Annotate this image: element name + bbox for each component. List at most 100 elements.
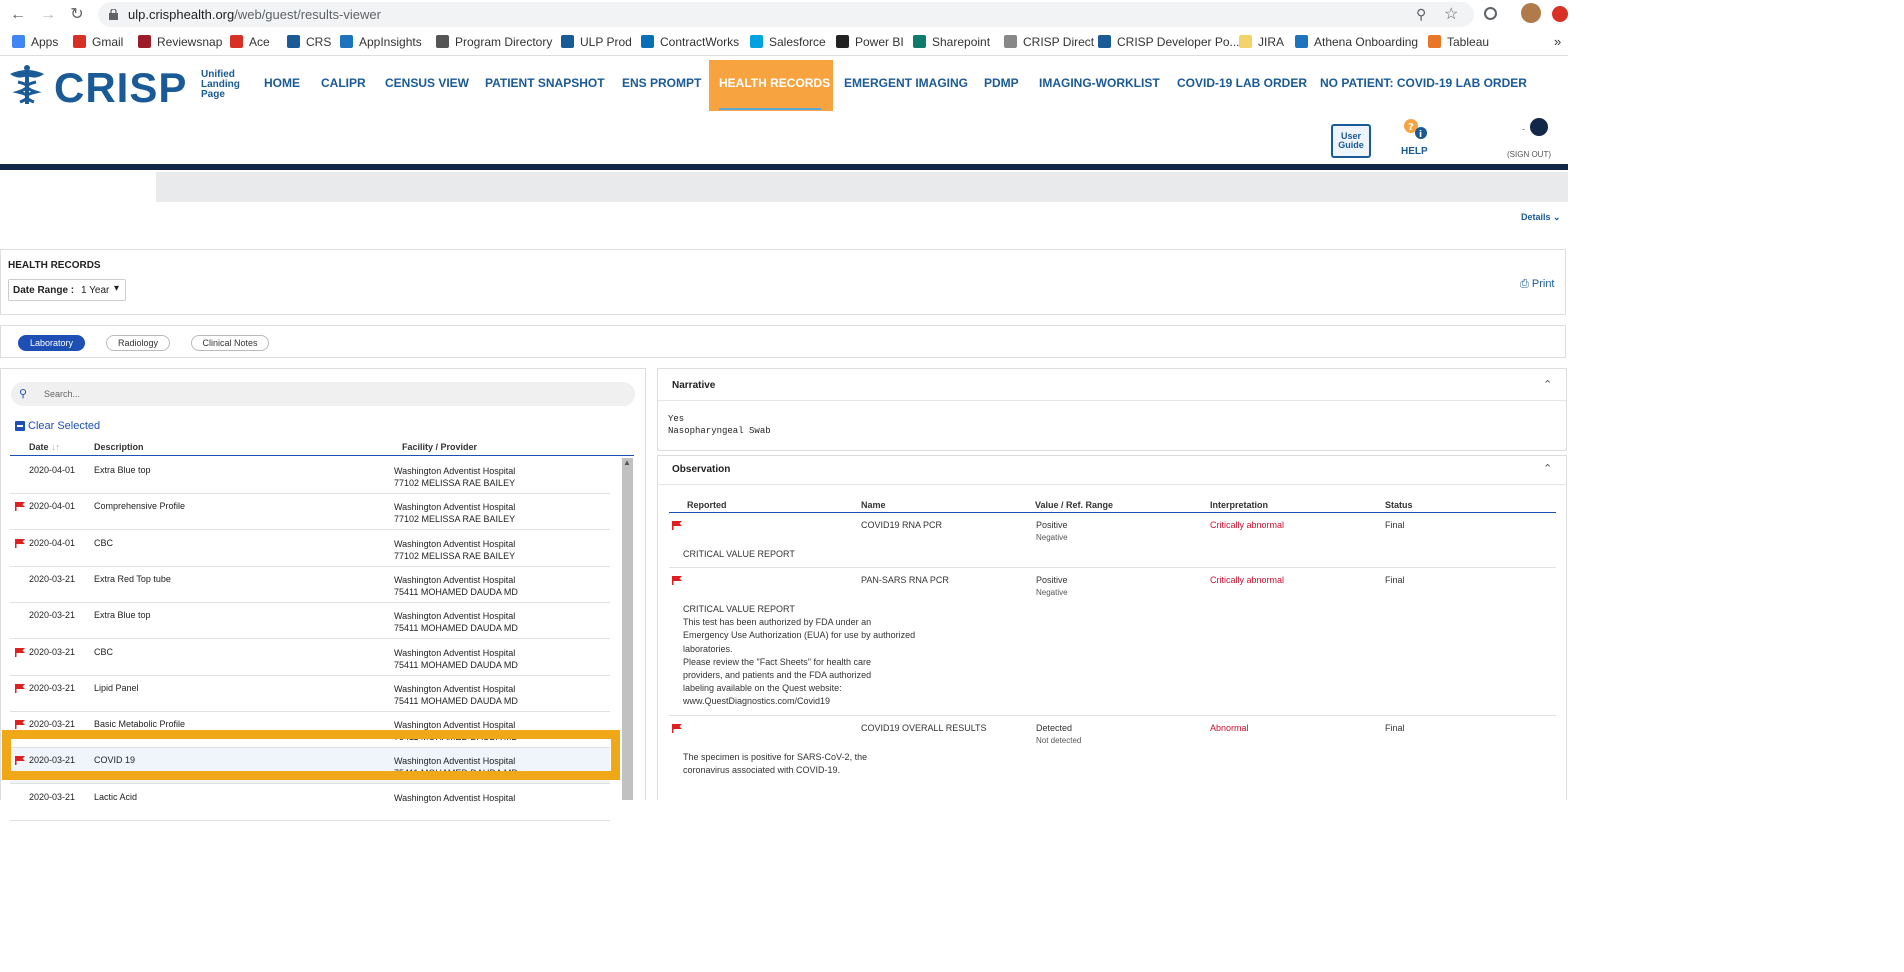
row-description: Comprehensive Profile [94, 501, 186, 512]
more-bookmarks-icon[interactable]: » [1554, 34, 1561, 49]
column-facility[interactable]: Facility / Provider [402, 442, 477, 452]
row-facility: Washington Adventist Hospital 75411 MOHAM… [394, 683, 518, 707]
flag-icon [15, 538, 25, 548]
zoom-icon[interactable]: ⚲ [1416, 6, 1426, 23]
nav-item-emergent-imaging[interactable]: EMERGENT IMAGING [844, 76, 968, 90]
collapse-observation-icon[interactable]: ⌃ [1543, 462, 1552, 475]
bookmark-16[interactable]: Tableau [1428, 35, 1489, 49]
nav-item-patient-snapshot[interactable]: PATIENT SNAPSHOT [485, 76, 605, 90]
address-bar[interactable]: ulp.crisphealth.org/web/guest/results-vi… [98, 2, 1474, 27]
print-button[interactable]: ⎙ Print [1520, 278, 1555, 291]
nav-item-ens-prompt[interactable]: ENS PROMPT [622, 76, 701, 90]
date-range-label: Date Range : [13, 285, 75, 296]
bookmark-favicon-icon [340, 35, 353, 48]
observation-note: CRITICAL VALUE REPORT This test has been … [683, 603, 915, 709]
row-facility: Washington Adventist Hospital 75411 MOHAM… [394, 574, 518, 598]
bookmark-4[interactable]: CRS [287, 35, 331, 49]
column-description[interactable]: Description [94, 442, 144, 452]
profile-avatar-icon[interactable] [1521, 3, 1541, 23]
column-value: Value / Ref. Range [1035, 500, 1114, 510]
bookmark-favicon-icon [561, 35, 574, 48]
divider [669, 715, 1556, 716]
nav-item-no-patient-covid-19-lab-order[interactable]: NO PATIENT: COVID-19 LAB ORDER [1320, 76, 1527, 90]
table-row[interactable]: 2020-04-01 CBC Washington Adventist Hospit… [10, 531, 610, 567]
bookmark-10[interactable]: Power BI [836, 35, 904, 49]
table-row[interactable]: 2020-04-01 Extra Blue top Washington Adven… [10, 458, 610, 494]
search-input[interactable]: ⚲ Search... [11, 382, 635, 406]
flag-icon [15, 502, 25, 512]
bookmark-5[interactable]: AppInsights [340, 35, 422, 49]
help-icon[interactable]: ? i [1402, 118, 1430, 140]
bookmark-6[interactable]: Program Directory [436, 35, 552, 49]
bookmark-favicon-icon [12, 35, 25, 48]
bookmark-13[interactable]: CRISP Developer Po... [1098, 35, 1240, 49]
bookmark-9[interactable]: Salesforce [750, 35, 826, 49]
help-label[interactable]: HELP [1401, 146, 1428, 157]
bookmarks-bar: Apps Gmail Reviewsnap Ace CRS AppInsights Prog… [0, 30, 1568, 56]
list-scrollbar[interactable] [622, 458, 633, 800]
bookmark-3[interactable]: Ace [230, 35, 270, 49]
note-line: www.QuestDiagnostics.com/Covid19 [683, 696, 831, 707]
bookmark-8[interactable]: ContractWorks [641, 35, 739, 49]
user-guide-button[interactable]: User Guide [1331, 124, 1371, 158]
row-date: 2020-04-01 [29, 501, 76, 512]
table-row[interactable]: 2020-03-21 CBC Washington Adventist Hospit… [10, 640, 610, 676]
url-text: ulp.crisphealth.org/web/guest/results-vi… [128, 7, 381, 22]
table-row[interactable]: 2020-04-01 Comprehensive Profile Washingto… [10, 494, 610, 531]
bookmark-12[interactable]: CRISP Direct [1004, 35, 1094, 49]
nav-item-home[interactable]: HOME [264, 76, 300, 90]
bookmark-14[interactable]: JIRA [1239, 35, 1284, 49]
bookmark-1[interactable]: Gmail [73, 35, 123, 49]
nav-item-pdmp[interactable]: PDMP [984, 76, 1019, 90]
health-records-panel: HEALTH RECORDS Date Range : 1 Year ▾ ⎙ P… [0, 249, 1566, 315]
sign-out-link[interactable]: (SIGN OUT) [1507, 150, 1551, 159]
bookmark-15[interactable]: Athena Onboarding [1295, 35, 1418, 49]
tab-radiology[interactable]: Radiology [106, 335, 170, 351]
nav-item-imaging-worklist[interactable]: IMAGING-WORKLIST [1039, 76, 1160, 90]
nav-item-covid-19-lab-order[interactable]: COVID-19 LAB ORDER [1177, 76, 1307, 90]
reload-icon[interactable]: ↻ [67, 5, 87, 25]
details-toggle[interactable]: Details ⌄ [1521, 212, 1561, 223]
column-date[interactable]: Date ↓↑ [29, 442, 60, 452]
date-range-select[interactable]: Date Range : 1 Year ▾ [8, 279, 126, 301]
forward-icon[interactable]: → [38, 5, 58, 25]
bookmark-favicon-icon [750, 35, 763, 48]
bookmark-favicon-icon [1004, 35, 1017, 48]
bookmark-0[interactable]: Apps [12, 35, 58, 49]
table-row[interactable]: 2020-03-21 Basic Metabolic Profile Washing… [10, 712, 610, 749]
back-icon[interactable]: ← [8, 5, 28, 25]
bookmark-7[interactable]: ULP Prod [561, 35, 632, 49]
bookmark-favicon-icon [287, 35, 300, 48]
table-row[interactable]: 2020-03-21 Lactic Acid Washington Adventis… [10, 785, 610, 821]
facility-name: Washington Adventist Hospital [394, 647, 516, 658]
row-date: 2020-03-21 [29, 791, 76, 802]
nav-item-calipr[interactable]: CALIPR [321, 76, 366, 90]
flag-icon [15, 756, 25, 766]
tab-laboratory[interactable]: Laboratory [18, 335, 85, 351]
tab-clinical-notes[interactable]: Clinical Notes [191, 335, 269, 351]
flag-icon [672, 724, 682, 735]
bookmark-star-icon[interactable]: ☆ [1444, 4, 1458, 24]
nav-item-census-view[interactable]: CENSUS VIEW [385, 76, 469, 90]
column-status: Status [1385, 500, 1413, 510]
note-line: Please review the "Fact Sheets" for heal… [683, 656, 871, 667]
table-row[interactable]: 2020-03-21 Extra Red Top tube Washington A… [10, 567, 610, 603]
nav-item-health-records[interactable]: HEALTH RECORDS [719, 76, 830, 90]
provider-name: 75411 MOHAMED DAUDA MD [394, 659, 518, 670]
bookmark-2[interactable]: Reviewsnap [138, 35, 222, 49]
update-alert-icon[interactable] [1552, 6, 1568, 22]
table-row[interactable]: 2020-03-21 COVID 19 Washington Adventist H… [10, 748, 610, 785]
collapse-narrative-icon[interactable]: ⌃ [1543, 378, 1552, 391]
row-date: 2020-04-01 [29, 537, 76, 548]
scroll-up-icon[interactable]: ▲ [623, 458, 631, 467]
user-avatar-icon[interactable] [1530, 118, 1548, 136]
table-row[interactable]: 2020-03-21 Lipid Panel Washington Adventis… [10, 676, 610, 712]
observation-value: Positive [1036, 575, 1068, 585]
column-reported: Reported [687, 500, 727, 510]
clear-selected-button[interactable]: Clear Selected [15, 420, 100, 432]
bookmark-11[interactable]: Sharepoint [913, 35, 990, 49]
observation-status: Final [1385, 723, 1405, 733]
table-row[interactable]: 2020-03-21 Extra Blue top Washington Adven… [10, 603, 610, 640]
extension-icon[interactable] [1484, 7, 1497, 20]
row-date: 2020-03-21 [29, 610, 76, 621]
